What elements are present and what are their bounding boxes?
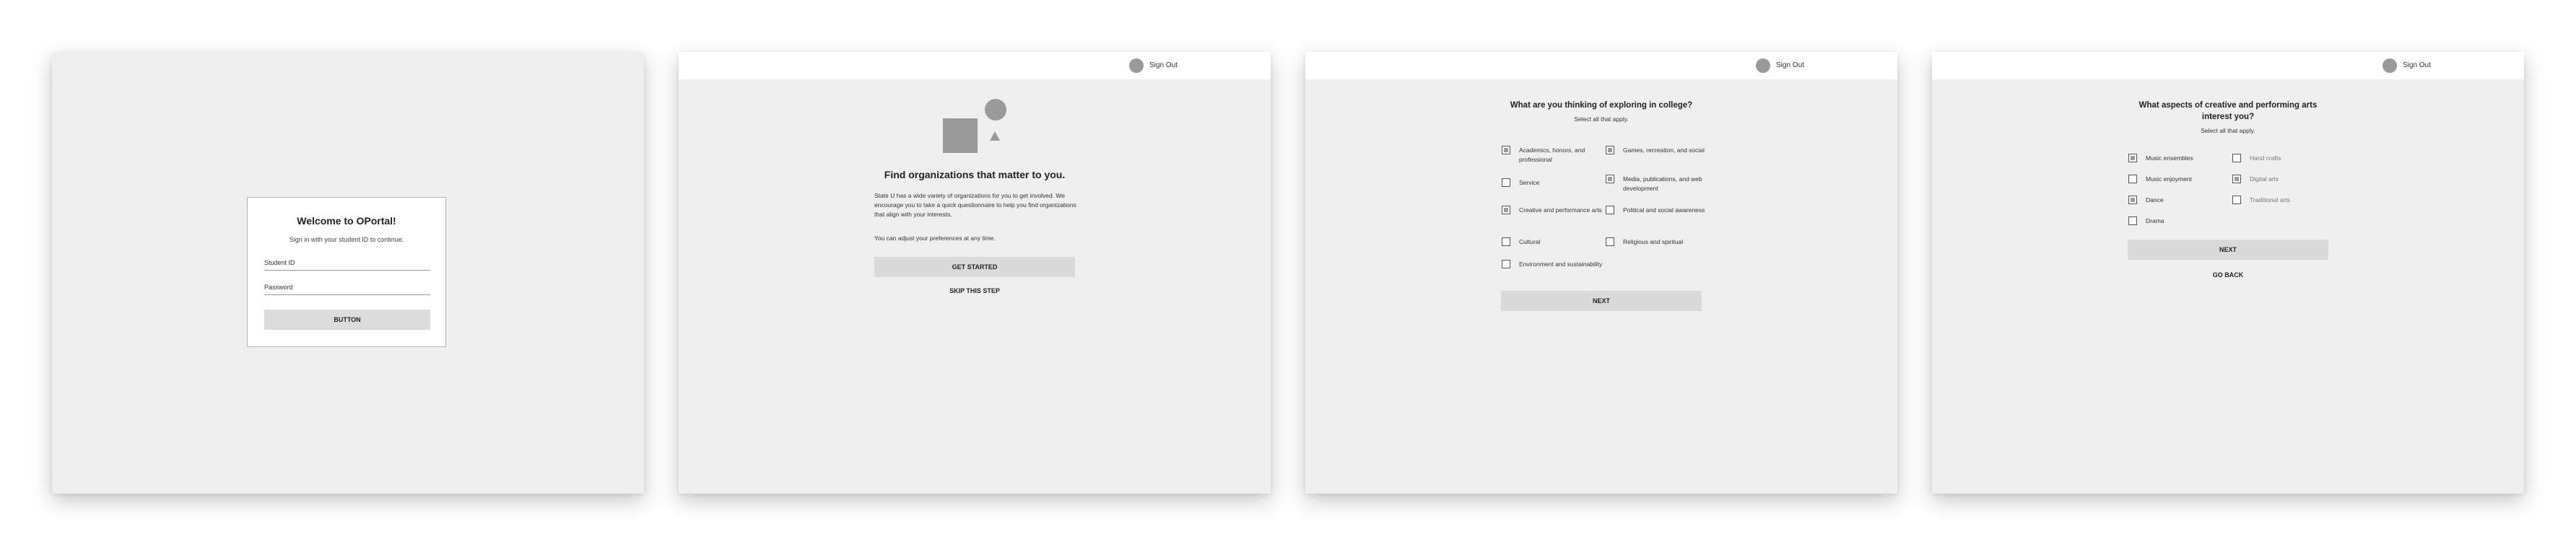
option-label: Academics, honors, and professional bbox=[1519, 146, 1585, 163]
question-subtitle: Select all that apply. bbox=[1574, 115, 1629, 123]
checkbox[interactable] bbox=[1606, 146, 1614, 154]
top-bar: Sign Out bbox=[679, 52, 1271, 79]
password-underline bbox=[264, 294, 430, 295]
avatar[interactable] bbox=[1756, 58, 1770, 73]
checkbox[interactable] bbox=[1606, 237, 1614, 246]
checkbox[interactable] bbox=[2232, 196, 2241, 204]
option-label: Music ensembles bbox=[2146, 154, 2193, 162]
sign-out-link[interactable]: Sign Out bbox=[2403, 61, 2431, 69]
sign-out-link[interactable]: Sign Out bbox=[1776, 61, 1804, 69]
checkbox[interactable] bbox=[1502, 178, 1510, 187]
square-illustration bbox=[943, 118, 978, 153]
next-button[interactable]: NEXT bbox=[1501, 291, 1702, 311]
option-label: Religious and spiritual bbox=[1623, 238, 1684, 245]
sign-in-button[interactable]: BUTTON bbox=[264, 310, 430, 330]
checkbox[interactable] bbox=[1502, 146, 1510, 154]
option-label: Music enjoyment bbox=[2146, 175, 2192, 183]
intro-screen: Sign Out Find organizations that matter … bbox=[679, 52, 1271, 494]
checkbox[interactable] bbox=[1502, 237, 1510, 246]
page-title: Find organizations that matter to you. bbox=[884, 169, 1066, 180]
login-card: Welcome to OPortal! Sign in with your st… bbox=[247, 197, 446, 347]
login-subtitle: Sign in with your student ID to continue… bbox=[289, 236, 404, 243]
option-label: Digital arts bbox=[2250, 175, 2279, 183]
option-label: Media, publications, and web development bbox=[1623, 175, 1702, 192]
option-label: Political and social awareness bbox=[1623, 206, 1705, 214]
option-label: Creative and performance arts bbox=[1519, 206, 1602, 214]
checkbox[interactable] bbox=[1502, 260, 1510, 268]
sign-out-link[interactable]: Sign Out bbox=[1149, 61, 1178, 69]
checkbox[interactable] bbox=[2128, 154, 2137, 162]
preferences-note: You can adjust your preferences at any t… bbox=[874, 235, 996, 242]
option-label: Games, recreation, and social bbox=[1623, 146, 1705, 154]
skip-step-button[interactable]: SKIP THIS STEP bbox=[874, 287, 1075, 294]
intro-paragraph: State U has a wide variety of organizati… bbox=[874, 192, 1076, 218]
go-back-button[interactable]: GO BACK bbox=[2128, 271, 2328, 279]
checkbox[interactable] bbox=[2232, 154, 2241, 162]
login-title: Welcome to OPortal! bbox=[297, 215, 396, 227]
creative-arts-screen: Sign Out What aspects of creative and pe… bbox=[1932, 52, 2524, 494]
checkbox[interactable] bbox=[2128, 175, 2137, 183]
triangle-illustration bbox=[990, 131, 1000, 141]
question-title: What are you thinking of exploring in co… bbox=[1510, 101, 1693, 110]
checkbox[interactable] bbox=[1606, 206, 1614, 214]
interests-screen: Sign Out What are you thinking of explor… bbox=[1305, 52, 1897, 494]
avatar[interactable] bbox=[2383, 58, 2397, 73]
login-screen: Welcome to OPortal! Sign in with your st… bbox=[52, 52, 644, 494]
option-label: Environment and sustainability bbox=[1519, 261, 1603, 268]
checkbox[interactable] bbox=[2232, 175, 2241, 183]
question-subtitle: Select all that apply. bbox=[2201, 127, 2255, 134]
checkbox[interactable] bbox=[2128, 216, 2137, 225]
get-started-button[interactable]: GET STARTED bbox=[874, 257, 1075, 277]
option-label: Cultural bbox=[1519, 238, 1541, 245]
option-label: Hand crafts bbox=[2250, 154, 2281, 162]
circle-illustration bbox=[985, 99, 1006, 121]
next-button[interactable]: NEXT bbox=[2128, 240, 2328, 260]
top-bar: Sign Out bbox=[1305, 52, 1897, 79]
avatar[interactable] bbox=[1129, 58, 1144, 73]
password-field[interactable]: Password bbox=[264, 284, 293, 291]
checkbox[interactable] bbox=[1606, 175, 1614, 183]
checkbox[interactable] bbox=[1502, 206, 1510, 214]
question-title-line1: What aspects of creative and performing … bbox=[2138, 101, 2318, 110]
option-label: Drama bbox=[2146, 217, 2164, 224]
option-label: Traditional arts bbox=[2250, 196, 2290, 204]
student-id-underline bbox=[264, 270, 430, 271]
option-label: Service bbox=[1519, 179, 1540, 186]
checkbox[interactable] bbox=[2128, 196, 2137, 204]
student-id-field[interactable]: Student ID bbox=[264, 259, 295, 266]
top-bar: Sign Out bbox=[1932, 52, 2524, 79]
option-label: Dance bbox=[2146, 196, 2164, 204]
question-title-line2: interest you? bbox=[2201, 113, 2255, 121]
